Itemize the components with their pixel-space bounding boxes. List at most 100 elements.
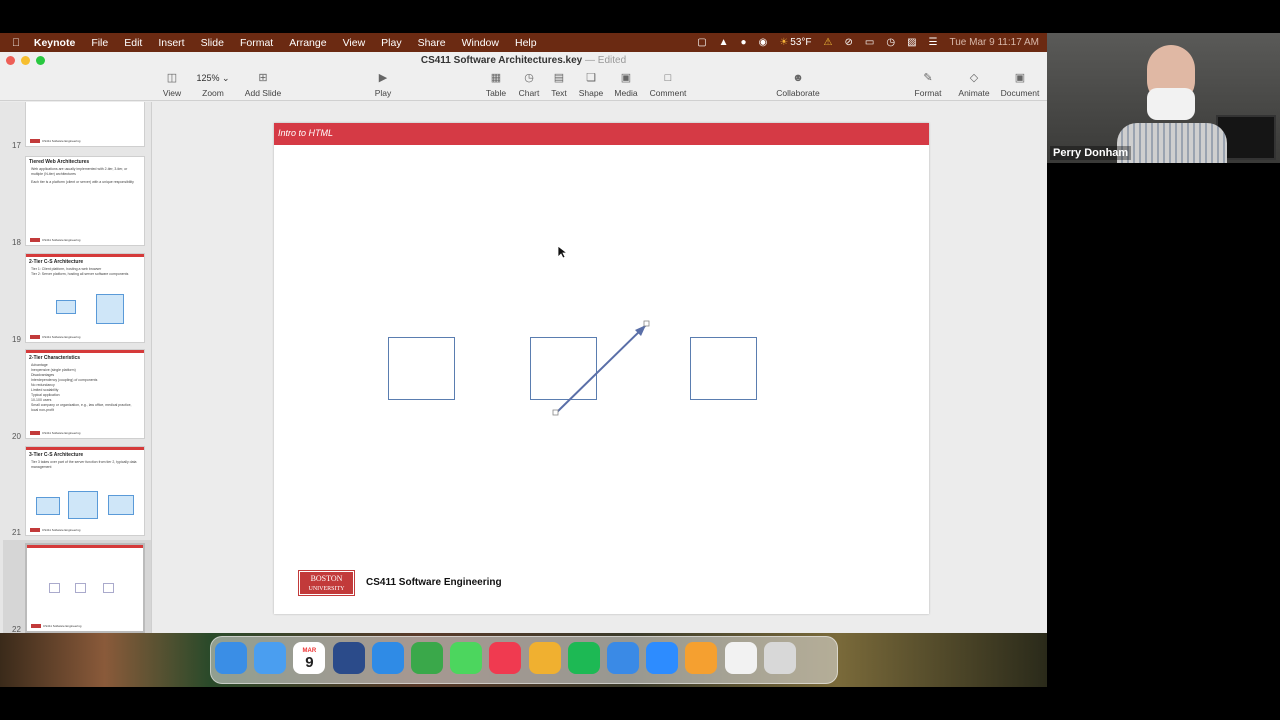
comment-button[interactable]: □ Comment xyxy=(647,72,689,98)
thumb-box xyxy=(103,583,114,593)
document-name: CS411 Software Architectures.key xyxy=(420,55,583,66)
menu-slide[interactable]: Slide xyxy=(193,37,232,49)
dock-cyberduck-icon[interactable] xyxy=(528,642,561,674)
thumb-title: 2-Tier Characteristics xyxy=(29,355,81,361)
dock-music-icon[interactable] xyxy=(489,642,522,674)
dock-messages-icon[interactable] xyxy=(450,642,483,674)
selection-handle xyxy=(552,409,559,416)
slide-thumbnail-20[interactable]: 2-Tier Characteristics Advantage Inexpen… xyxy=(25,349,145,439)
animate-icon: ◇ xyxy=(969,72,979,84)
play-icon: ▶ xyxy=(378,72,388,84)
table-button[interactable]: ▦ Table xyxy=(484,72,508,98)
menu-format[interactable]: Format xyxy=(232,37,281,49)
dock-calendar-icon[interactable]: MAR 9 xyxy=(293,642,326,674)
shape-box-right[interactable] xyxy=(690,337,757,400)
media-label: Media xyxy=(614,88,638,98)
shape-icon: ❏ xyxy=(586,72,596,84)
table-icon: ▦ xyxy=(490,72,502,84)
time-machine-icon[interactable]: ◷ xyxy=(886,37,895,48)
selected-arrow-line[interactable] xyxy=(549,318,654,418)
dock-safari-icon[interactable] xyxy=(371,642,404,674)
menu-edit[interactable]: Edit xyxy=(116,37,150,49)
menu-share[interactable]: Share xyxy=(410,37,454,49)
dock-evernote-icon[interactable] xyxy=(411,642,443,674)
dock-spotify-icon[interactable] xyxy=(567,642,600,674)
weather-temp[interactable]: 53°F xyxy=(790,37,811,48)
comment-label: Comment xyxy=(649,88,687,98)
slide-thumbnail-17[interactable]: CS411 Software Engineering xyxy=(25,102,145,147)
add-slide-label: Add Slide xyxy=(244,88,282,98)
chart-button[interactable]: ◷ Chart xyxy=(516,72,542,98)
thumb-footer: CS411 Software Engineering xyxy=(42,139,81,143)
view-button[interactable]: ◫ View xyxy=(158,72,186,98)
weather-icon[interactable]: ☀ xyxy=(779,37,788,48)
menu-insert[interactable]: Insert xyxy=(150,37,192,49)
zoom-value-display: 125% ⌄ xyxy=(193,72,233,85)
slide-thumbnail-19[interactable]: 2-Tier C-S Architecture Tier 1: Client p… xyxy=(25,253,145,343)
media-button[interactable]: ▣ Media xyxy=(612,72,640,98)
boston-university-logo: BOSTON UNIVERSITY xyxy=(298,570,355,596)
add-slide-button[interactable]: ⊞ Add Slide xyxy=(243,72,283,98)
slide-navigator[interactable]: CS411 Software Engineering 17 Tiered Web… xyxy=(0,102,152,687)
document-button[interactable]: ▣ Document xyxy=(998,72,1042,98)
thumb-line: Web applications are usually implemented… xyxy=(31,167,128,176)
menu-clock[interactable]: Tue Mar 9 11:17 AM xyxy=(950,37,1040,48)
dock-trash-icon[interactable] xyxy=(763,642,796,674)
wifi-icon[interactable]: ▨ xyxy=(907,37,916,48)
warning-icon[interactable]: ⚠ xyxy=(824,37,833,48)
dock-zoom-icon[interactable] xyxy=(646,642,679,674)
dock-tasks-icon[interactable] xyxy=(332,642,365,674)
slide-number: 18 xyxy=(12,238,21,247)
menu-bar-status: ▢ ▲ ● ◉ ☀ 53°F ⚠ ⊘ ▭ ◷ ▨ ☰ Tue Mar 9 11:… xyxy=(697,33,1039,52)
slide-thumbnail-21[interactable]: 3-Tier C-S Architecture Tier 3 takes ove… xyxy=(25,446,145,536)
calendar-day: 9 xyxy=(305,654,314,671)
slide-thumbnail-22[interactable]: CS411 Software Engineering xyxy=(25,543,145,633)
mute-icon[interactable]: ⊘ xyxy=(845,37,853,48)
zoom-menu[interactable]: 125% ⌄ Zoom xyxy=(193,72,233,98)
menu-view[interactable]: View xyxy=(335,37,374,49)
eye-icon[interactable]: ◉ xyxy=(759,37,768,48)
dock-pages-icon[interactable] xyxy=(685,642,718,674)
dock-mail-icon[interactable] xyxy=(254,642,287,674)
collaborate-button[interactable]: ☻ Collaborate xyxy=(773,72,823,98)
shape-box-left[interactable] xyxy=(388,337,455,400)
shape-label: Shape xyxy=(578,88,604,98)
thumb-box xyxy=(49,583,60,593)
menu-arrange[interactable]: Arrange xyxy=(281,37,334,49)
thumb-footer: CS411 Software Engineering xyxy=(42,335,81,339)
docker-icon[interactable]: ▲ xyxy=(719,37,729,48)
menu-file[interactable]: File xyxy=(83,37,116,49)
slide-thumbnail-18[interactable]: Tiered Web Architectures Web application… xyxy=(25,156,145,246)
slide-footer: CS411 Software Engineering xyxy=(366,577,502,588)
document-icon: ▣ xyxy=(1014,72,1026,84)
control-center-icon[interactable]: ☰ xyxy=(929,37,938,48)
dock-documents-icon[interactable] xyxy=(724,642,757,674)
play-button[interactable]: ▶ Play xyxy=(370,72,396,98)
evernote-status-icon[interactable]: ● xyxy=(741,37,747,48)
menu-bar:  Keynote File Edit Insert Slide Format … xyxy=(0,33,1047,52)
document-label: Document xyxy=(1000,88,1040,98)
slide-header[interactable]: Intro to HTML xyxy=(274,123,929,145)
video-participant-tile[interactable]: Perry Donham xyxy=(1047,33,1280,163)
battery-icon[interactable]: ▭ xyxy=(865,37,874,48)
menu-app-name[interactable]: Keynote xyxy=(26,37,83,49)
animate-button[interactable]: ◇ Animate xyxy=(955,72,993,98)
slide-number: 19 xyxy=(12,335,21,344)
menu-help[interactable]: Help xyxy=(507,37,545,49)
chart-label: Chart xyxy=(518,88,540,98)
participant-name: Perry Donham xyxy=(1050,146,1132,160)
thumb-diagram xyxy=(68,491,98,519)
text-box-icon: ▤ xyxy=(553,72,565,84)
thumb-title: Tiered Web Architectures xyxy=(29,159,90,165)
text-button[interactable]: ▤ Text xyxy=(548,72,570,98)
dock-keynote-icon[interactable] xyxy=(607,642,639,674)
shape-button[interactable]: ❏ Shape xyxy=(577,72,605,98)
current-slide[interactable]: Intro to HTML BOSTON UNIVERSITY CS411 So… xyxy=(274,123,929,614)
thumb-diagram xyxy=(108,495,134,515)
screen-share-icon[interactable]: ▢ xyxy=(697,37,706,48)
menu-play[interactable]: Play xyxy=(373,37,409,49)
format-button[interactable]: ✎ Format xyxy=(912,72,944,98)
menu-window[interactable]: Window xyxy=(454,37,507,49)
dock-finder-icon[interactable] xyxy=(215,642,247,674)
apple-menu-icon[interactable]:  xyxy=(0,37,26,49)
